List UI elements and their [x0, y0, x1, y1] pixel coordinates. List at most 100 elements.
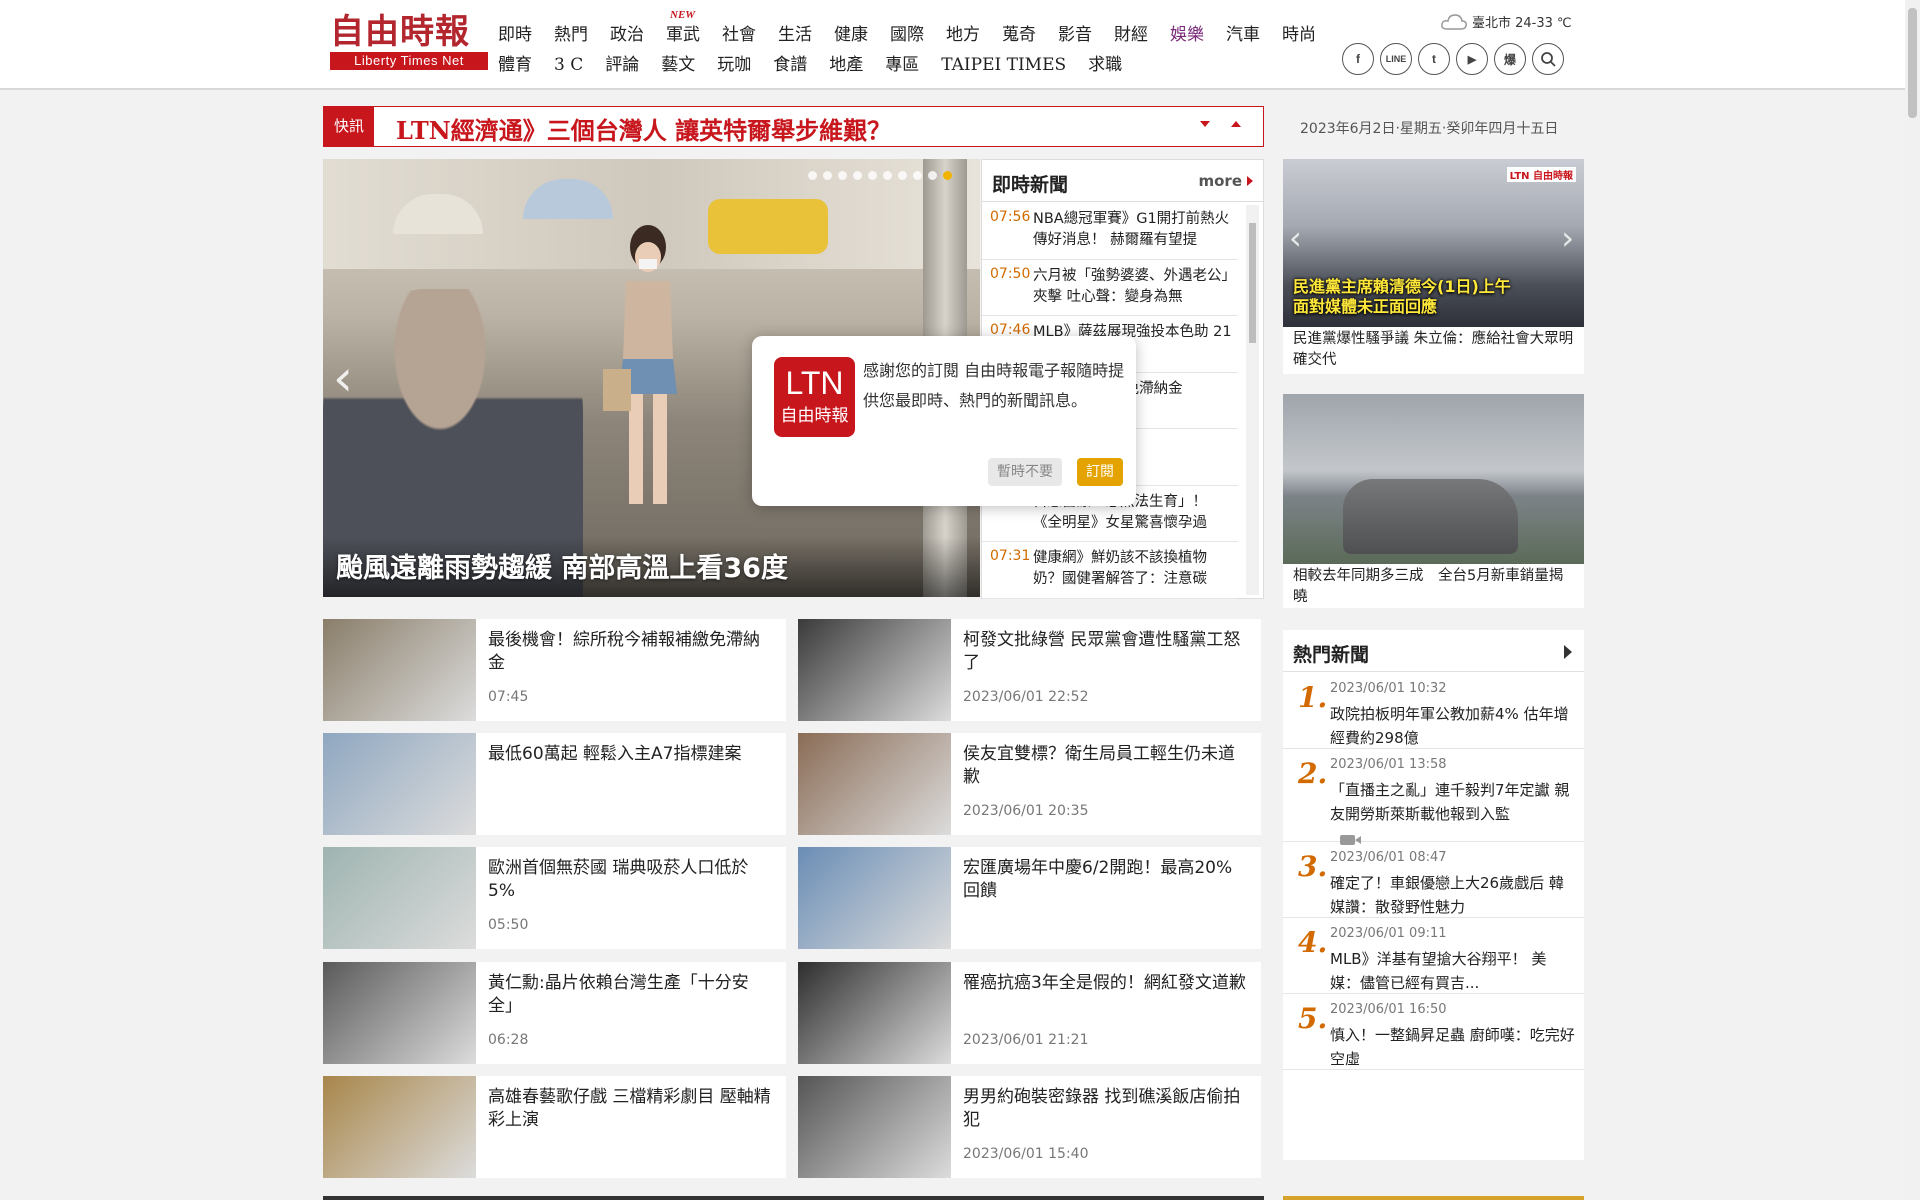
- hot-news-date: 2023/06/01 16:50: [1330, 1002, 1447, 1017]
- instant-news-item[interactable]: 07:50 六月被「強勢婆婆、外遇老公」夾擊 吐心聲：變身為無: [982, 260, 1238, 316]
- article-title: 最後機會！綜所稅今補報補繳免滯納金: [488, 630, 760, 673]
- hero-title[interactable]: 颱風遠離雨勢趨緩 南部高溫上看36度: [336, 546, 788, 585]
- nav-item[interactable]: 評論: [605, 53, 639, 77]
- nav-item[interactable]: 時尚: [1282, 23, 1316, 47]
- nav-item[interactable]: 娛樂: [1170, 23, 1204, 47]
- line-icon[interactable]: LINE: [1380, 43, 1412, 75]
- popup-logo-top: LTN: [785, 365, 844, 401]
- nav-item[interactable]: 財經: [1114, 23, 1148, 47]
- nav-item[interactable]: TAIPEI TIMES: [941, 53, 1066, 77]
- subscribe-popup: LTN 自由時報 感謝您的訂閱 自由時報電子報隨時提供您最即時、熱門的新聞訊息。…: [752, 336, 1136, 506]
- flash-prev-button[interactable]: [1231, 121, 1241, 127]
- car-image: [1343, 479, 1518, 554]
- hot-news-item[interactable]: 5. 2023/06/01 16:50 慎入！一整鍋昇足蟲 廚師嘆：吃完好空虛: [1283, 994, 1584, 1070]
- side-feature-caption: 民進黨爆性騷爭議 朱立倫：應給社會大眾明確交代: [1293, 331, 1574, 368]
- instant-news-item[interactable]: 07:56 NBA總冠軍賽》G1開打前熱火傳好消息！ 赫爾羅有望提: [982, 203, 1238, 260]
- nav-item[interactable]: 政治: [610, 23, 644, 47]
- nav-item[interactable]: 生活: [778, 23, 812, 47]
- facebook-icon[interactable]: f: [1342, 43, 1374, 75]
- article-card[interactable]: 柯發文批綠營 民眾黨會遭性騷黨工怒了 2023/06/01 22:52: [798, 619, 1261, 721]
- article-card[interactable]: 最低60萬起 輕鬆入主A7指標建案: [323, 733, 786, 835]
- flash-headline[interactable]: LTN經濟通》三個台灣人 讓英特爾舉步維艱？: [396, 111, 891, 146]
- scrollbar-thumb[interactable]: [1249, 223, 1256, 343]
- carousel-dot[interactable]: [943, 171, 952, 180]
- article-card[interactable]: 宏匯廣場年中慶6/2開跑！最高20%回饋: [798, 847, 1261, 949]
- article-card[interactable]: 黃仁勳:晶片依賴台灣生產「十分安全」 06:28: [323, 962, 786, 1064]
- hot-news-headline: 慎入！一整鍋昇足蟲 廚師嘆：吃完好空虛: [1330, 1026, 1575, 1068]
- decline-subscribe-button[interactable]: 暫時不要: [988, 458, 1062, 486]
- nav-item[interactable]: 地方: [946, 23, 980, 47]
- carousel-prev-icon[interactable]: ‹: [333, 349, 353, 407]
- nav-item[interactable]: 玩咖: [717, 53, 751, 77]
- side-feature-image: LTN 自由時報 ‹ › 民進黨主席賴清德今(1日)上午 面對媒體未正面回應: [1283, 159, 1584, 327]
- article-card[interactable]: 男男約砲裝密錄器 找到礁溪飯店偷拍犯 2023/06/01 15:40: [798, 1076, 1261, 1178]
- nav-item[interactable]: 地產: [829, 53, 863, 77]
- nav-item[interactable]: 專區: [885, 53, 919, 77]
- article-card[interactable]: 高雄春藝歌仔戲 三檔精彩劇目 壓軸精彩上演: [323, 1076, 786, 1178]
- article-thumbnail: [323, 619, 476, 721]
- hot-news-item[interactable]: 1. 2023/06/01 10:32 政院拍板明年軍公教加薪4% 估年增經費約29…: [1283, 673, 1584, 749]
- twitter-icon[interactable]: t: [1418, 43, 1450, 75]
- youtube-icon[interactable]: ▶: [1456, 43, 1488, 75]
- carousel-dot[interactable]: [868, 171, 877, 180]
- article-card[interactable]: 歐洲首個無菸國 瑞典吸菸人口低於5% 05:50: [323, 847, 786, 949]
- page-scrollbar-thumb[interactable]: [1908, 8, 1917, 118]
- nav-item[interactable]: 蒐奇: [1002, 23, 1036, 47]
- carousel-dot[interactable]: [853, 171, 862, 180]
- article-card[interactable]: 侯友宜雙標？衛生局員工輕生仍未道歉 2023/06/01 20:35: [798, 733, 1261, 835]
- instant-news-more-link[interactable]: more: [1198, 172, 1253, 190]
- hot-news-item[interactable]: 3. 2023/06/01 08:47 確定了！車銀優戀上大26歲戲后 韓媒讚：散發…: [1283, 842, 1584, 918]
- site-logo[interactable]: 自由時報 Liberty Times Net: [330, 12, 488, 76]
- hot-news-item[interactable]: 2. 2023/06/01 13:58 「直播主之亂」連千毅判7年定讞 親友開勞斯萊…: [1283, 749, 1584, 845]
- nav-item[interactable]: 即時: [498, 23, 532, 47]
- flash-next-button[interactable]: [1200, 121, 1210, 127]
- nav-item[interactable]: 藝文: [661, 53, 695, 77]
- nav-item[interactable]: 熱門: [554, 23, 588, 47]
- page-scrollbar[interactable]: [1905, 0, 1920, 1200]
- side-ad-image: [1283, 394, 1584, 564]
- hot-news-date: 2023/06/01 13:58: [1330, 757, 1447, 772]
- hot-news-date: 2023/06/01 09:11: [1330, 926, 1447, 941]
- carousel-dot[interactable]: [808, 171, 817, 180]
- side-next-icon[interactable]: ›: [1561, 219, 1574, 257]
- hero-photo-taxi: [708, 199, 828, 254]
- nav-item[interactable]: 體育: [498, 53, 532, 77]
- carousel-dot[interactable]: [898, 171, 907, 180]
- article-card[interactable]: 罹癌抗癌3年全是假的！網紅發文道歉 2023/06/01 21:21: [798, 962, 1261, 1064]
- hot-news-more-icon[interactable]: [1564, 645, 1572, 659]
- hero-photo-pedestrian: [603, 225, 677, 504]
- carousel-dot[interactable]: [838, 171, 847, 180]
- nav-item[interactable]: 健康: [834, 23, 868, 47]
- hot-news-item[interactable]: 4. 2023/06/01 09:11 MLB》洋基有望搶大谷翔平！ 美媒：儘管已經…: [1283, 918, 1584, 994]
- article-time: 2023/06/01 20:35: [963, 803, 1089, 819]
- article-time: 2023/06/01 21:21: [963, 1032, 1089, 1048]
- subscribe-button[interactable]: 訂閱: [1077, 458, 1123, 486]
- nav-item[interactable]: 求職: [1088, 53, 1122, 77]
- cloud-icon: [1441, 13, 1467, 30]
- nav-item[interactable]: 影音: [1058, 23, 1092, 47]
- carousel-dot[interactable]: [883, 171, 892, 180]
- carousel-dot[interactable]: [823, 171, 832, 180]
- weather-widget[interactable]: 臺北市 24-33 ℃: [1440, 12, 1572, 31]
- hot-news-headline: 「直播主之亂」連千毅判7年定讞 親友開勞斯萊斯載他報到入監: [1330, 781, 1570, 823]
- explosive-news-icon[interactable]: 爆: [1494, 43, 1526, 75]
- side-ad-card[interactable]: 相較去年同期多三成 全台5月新車銷量揭曉: [1283, 394, 1584, 608]
- instant-news-scrollbar[interactable]: [1246, 205, 1259, 595]
- popup-logo: LTN 自由時報: [774, 357, 855, 437]
- search-icon[interactable]: [1532, 43, 1564, 75]
- nav-item[interactable]: NEW 軍武: [666, 9, 700, 47]
- side-overlay-line-2: 面對媒體未正面回應: [1293, 297, 1438, 316]
- article-thumbnail: [798, 847, 951, 949]
- article-card[interactable]: 最後機會！綜所稅今補報補繳免滯納金 07:45: [323, 619, 786, 721]
- nav-item[interactable]: 食譜: [773, 53, 807, 77]
- nav-item[interactable]: 汽車: [1226, 23, 1260, 47]
- carousel-dot[interactable]: [928, 171, 937, 180]
- side-feature-card[interactable]: LTN 自由時報 ‹ › 民進黨主席賴清德今(1日)上午 面對媒體未正面回應 民…: [1283, 159, 1584, 374]
- nav-item[interactable]: 3 C: [554, 53, 583, 77]
- carousel-dot[interactable]: [913, 171, 922, 180]
- instant-news-item[interactable]: 07:31 健康網》鮮奶該不該換植物奶？國健署解答了：注意碳: [982, 542, 1238, 599]
- nav-item-label: 軍武: [666, 25, 700, 45]
- nav-item[interactable]: 社會: [722, 23, 756, 47]
- nav-item[interactable]: 國際: [890, 23, 924, 47]
- side-prev-icon[interactable]: ‹: [1289, 219, 1302, 257]
